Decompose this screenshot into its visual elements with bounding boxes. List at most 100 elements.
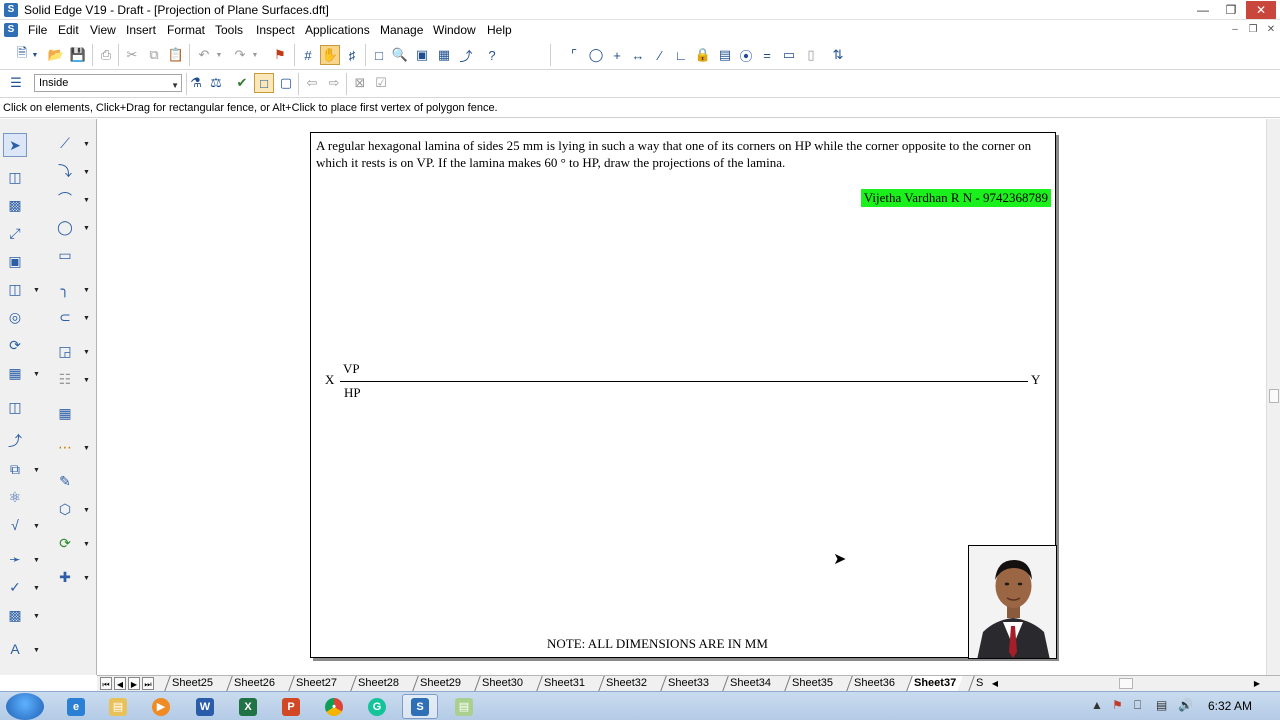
chevron-down-icon[interactable]: ▼ [83, 141, 90, 148]
device-icon[interactable]: ⎕ [1134, 698, 1141, 713]
detail-view-icon[interactable]: ◎ [3, 305, 27, 329]
tab-sheet37[interactable]: Sheet37 [906, 676, 963, 691]
dimension-axis-icon[interactable]: ⋯ [53, 435, 77, 459]
tab-sheet38-partial[interactable]: S [968, 676, 991, 691]
xy-reference-line[interactable] [340, 381, 1028, 382]
document-close-button[interactable]: ✕ [1264, 23, 1278, 37]
menu-edit[interactable]: Edit [58, 23, 79, 37]
menu-manage[interactable]: Manage [380, 23, 423, 37]
chrome-icon[interactable]: • [316, 694, 352, 719]
menu-applications[interactable]: Applications [305, 23, 370, 37]
rigid-set-icon[interactable]: ▤ [715, 45, 735, 65]
tab-sheet25[interactable]: Sheet25 [164, 676, 220, 691]
last-sheet-button[interactable]: ⏭ [142, 677, 154, 690]
chevron-down-icon[interactable]: ▼ [33, 467, 40, 474]
menu-file[interactable]: File [28, 23, 47, 37]
rectangle-icon[interactable]: ▭ [53, 243, 77, 267]
chevron-down-icon[interactable]: ▼ [33, 585, 40, 592]
text-icon[interactable]: A [3, 637, 27, 661]
tab-sheet28[interactable]: Sheet28 [350, 676, 406, 691]
menu-view[interactable]: View [90, 23, 116, 37]
distance-between-icon[interactable]: ⧉ [3, 457, 27, 481]
chevron-down-icon[interactable]: ▼ [83, 541, 90, 548]
arc-icon[interactable]: ⌒ [53, 187, 77, 211]
update-views-icon[interactable]: ⟳ [3, 333, 27, 357]
inspect-icon[interactable]: ⤴ [456, 45, 476, 65]
open-folder-icon[interactable]: 📂 [46, 45, 66, 65]
polygon-fence-icon[interactable]: ▢ [276, 73, 296, 93]
circle-icon[interactable]: ◯ [53, 215, 77, 239]
maximize-button[interactable]: ❐ [1218, 1, 1244, 19]
curve-icon[interactable]: ⤵ [53, 159, 77, 183]
document-icon[interactable]: S [4, 23, 18, 37]
broken-view-icon[interactable]: ◫ [3, 277, 27, 301]
chevron-down-icon[interactable]: ▼ [83, 377, 90, 384]
chevron-left-icon[interactable]: ◀ [989, 677, 1001, 690]
minimize-button[interactable]: — [1190, 1, 1216, 19]
menu-window[interactable]: Window [433, 23, 476, 37]
chevron-right-icon[interactable]: ▶ [1251, 677, 1263, 690]
select-filter-dropdown[interactable]: Inside ▼ [34, 74, 182, 92]
tab-sheet33[interactable]: Sheet33 [660, 676, 716, 691]
chevron-down-icon[interactable]: ▼ [33, 523, 40, 530]
chevron-down-icon[interactable]: ▼ [83, 445, 90, 452]
taskbar-clock[interactable]: 6:32 AM [1208, 699, 1252, 713]
surface-texture-icon[interactable]: ✓ [3, 575, 27, 599]
parallel-icon[interactable]: ∕ [650, 45, 670, 65]
tab-sheet30[interactable]: Sheet30 [474, 676, 530, 691]
undo-icon[interactable]: ↶ [194, 45, 214, 65]
drawing-canvas[interactable]: A regular hexagonal lamina of sides 25 m… [97, 119, 1266, 675]
show-hidden-icons-icon[interactable]: ▲ [1091, 698, 1103, 712]
previous-sheet-button[interactable]: ◀ [114, 677, 126, 690]
document-restore-button[interactable]: ❐ [1246, 23, 1260, 37]
draw-in-view-icon[interactable]: ✎ [53, 469, 77, 493]
select-filter-icon[interactable]: ⚗ [186, 73, 206, 93]
tab-sheet26[interactable]: Sheet26 [226, 676, 282, 691]
grid-icon[interactable]: # [298, 45, 318, 65]
filter-reset-icon[interactable]: ⚖ [206, 73, 226, 93]
save-icon[interactable]: 💾 [68, 45, 88, 65]
smart-dimension-icon[interactable]: ⤴ [3, 429, 27, 453]
print-icon[interactable]: ⎙ [96, 45, 116, 65]
chevron-down-icon[interactable]: ▼ [83, 225, 90, 232]
chevron-down-icon[interactable]: ▼ [83, 315, 90, 322]
undo-dropdown-icon[interactable]: ▼ [214, 45, 224, 65]
intellisketch-icon[interactable]: ✋ [320, 45, 340, 65]
chevron-down-icon[interactable]: ▼ [33, 647, 40, 654]
deselect-icon[interactable]: ⊠ [350, 73, 370, 93]
fence-icon[interactable]: □ [254, 73, 274, 93]
marker-icon[interactable]: ⚑ [270, 45, 290, 65]
chevron-down-icon[interactable]: ▼ [83, 349, 90, 356]
volume-icon[interactable]: 🔊 [1178, 698, 1193, 712]
start-button[interactable] [6, 693, 44, 720]
document-minimize-button[interactable]: – [1228, 23, 1242, 37]
tab-sheet27[interactable]: Sheet27 [288, 676, 344, 691]
menu-help[interactable]: Help [487, 23, 512, 37]
chevron-down-icon[interactable]: ▼ [33, 371, 40, 378]
menu-insert[interactable]: Insert [126, 23, 156, 37]
chevron-down-icon[interactable]: ▼ [33, 557, 40, 564]
chevron-down-icon[interactable]: ▼ [83, 169, 90, 176]
fillet-icon[interactable]: ╮ [53, 277, 77, 301]
solid-edge-taskbar-icon[interactable]: S [402, 694, 438, 719]
relationship-handles-icon[interactable]: ♯ [342, 45, 362, 65]
symmetry-axis-icon[interactable]: ▯ [801, 45, 821, 65]
solid-edge-icon[interactable]: S [4, 3, 18, 17]
lock-icon[interactable]: 🔒 [693, 45, 713, 65]
tab-sheet31[interactable]: Sheet31 [536, 676, 592, 691]
equal-icon[interactable]: = [757, 45, 777, 65]
finish-icon[interactable]: ☑ [371, 73, 391, 93]
horizontal-vertical-icon[interactable]: + [607, 45, 627, 65]
tab-sheet32[interactable]: Sheet32 [598, 676, 654, 691]
copy-icon[interactable]: ⧉ [144, 45, 164, 65]
tab-sheet29[interactable]: Sheet29 [412, 676, 468, 691]
feature-control-frame-icon[interactable]: ▩ [3, 603, 27, 627]
accept-icon[interactable]: ✔ [232, 73, 252, 93]
block-icon[interactable]: ⬡ [53, 497, 77, 521]
move-icon[interactable]: ✚ [53, 565, 77, 589]
principal-view-icon[interactable]: ▩ [3, 193, 27, 217]
offset-icon[interactable]: ◲ [53, 339, 77, 363]
horizontal-scroll-thumb[interactable] [1119, 678, 1133, 689]
tab-sheet34[interactable]: Sheet34 [722, 676, 778, 691]
excel-icon[interactable]: X [230, 694, 266, 719]
